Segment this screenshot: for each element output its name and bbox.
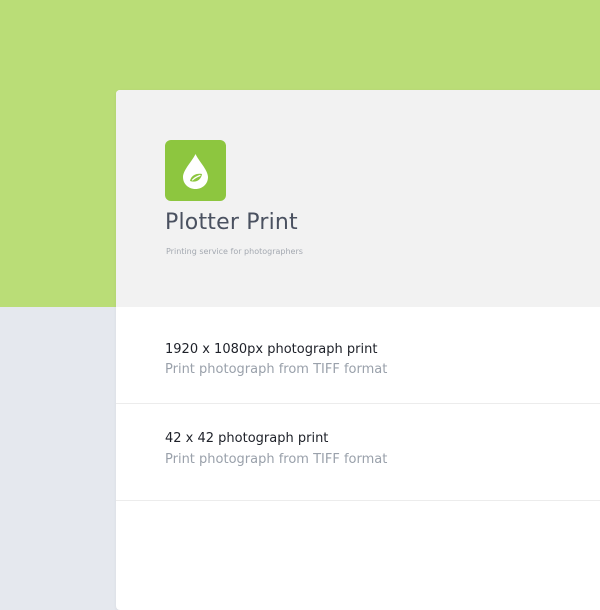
water-drop-leaf-icon <box>183 154 208 189</box>
app-subtitle: Printing service for photographers <box>166 247 303 256</box>
list-item[interactable]: 42 x 42 photograph print Print photograp… <box>116 404 600 501</box>
card-header: Plotter Print Printing service for photo… <box>116 90 600 308</box>
item-subtitle: Print photograph from TIFF format <box>165 362 388 377</box>
item-title: 1920 x 1080px photograph print <box>165 342 378 357</box>
item-subtitle: Print photograph from TIFF format <box>165 452 388 467</box>
list-item[interactable]: 1920 x 1080px photograph print Print pho… <box>116 307 600 404</box>
app-title: Plotter Print <box>165 210 298 235</box>
app-logo <box>165 140 226 201</box>
item-title: 42 x 42 photograph print <box>165 431 329 446</box>
product-card: Plotter Print Printing service for photo… <box>116 90 600 610</box>
